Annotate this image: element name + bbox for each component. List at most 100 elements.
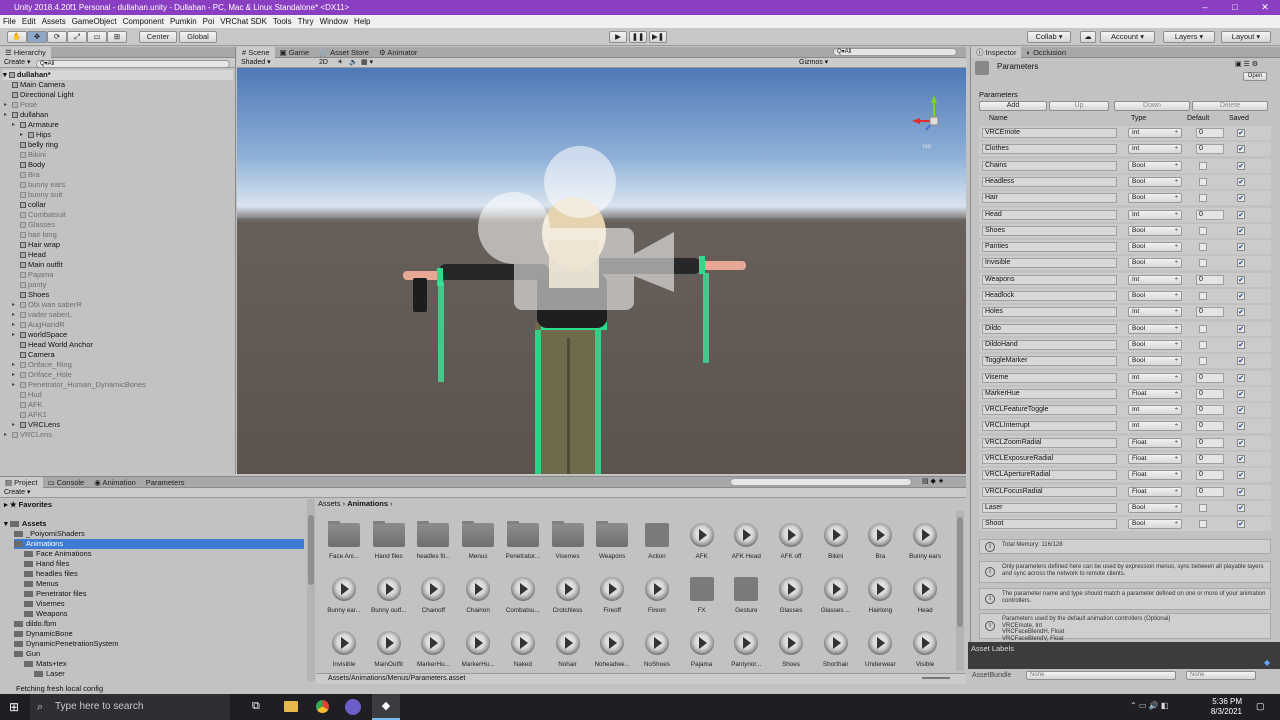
asset-item[interactable]: Chainon [456, 577, 500, 627]
gizmos-dropdown[interactable]: Gizmos ▾ [799, 58, 828, 68]
hierarchy-item[interactable]: Main outfit [20, 260, 63, 270]
menu-window[interactable]: Window [320, 17, 348, 26]
parameter-name-input[interactable]: Laser [982, 502, 1117, 513]
asset-item[interactable]: Fireon [635, 577, 679, 627]
projection-label[interactable]: Iso [923, 144, 932, 150]
parameter-type-dropdown[interactable]: Bool [1128, 323, 1182, 334]
file-explorer-icon[interactable] [284, 701, 298, 712]
parameter-name-input[interactable]: DildoHand [982, 339, 1117, 350]
asset-item[interactable]: Head [903, 577, 947, 627]
asset-item[interactable]: Hairlong [858, 577, 902, 627]
parameter-name-input[interactable]: Invisible [982, 258, 1117, 269]
parameter-name-input[interactable]: VRCLFocusRadial [982, 486, 1117, 497]
parameter-saved-checkbox[interactable]: ✔ [1237, 520, 1245, 529]
parameter-default-input[interactable]: 0 [1196, 372, 1224, 383]
parameter-name-input[interactable]: Head [982, 209, 1117, 220]
parameter-type-dropdown[interactable]: Bool [1128, 193, 1182, 204]
hierarchy-item[interactable]: Glasses [20, 220, 55, 230]
move-tool-icon[interactable]: ✥ [27, 31, 47, 43]
parameter-saved-checkbox[interactable]: ✔ [1237, 471, 1245, 480]
parameter-default-checkbox[interactable] [1199, 177, 1207, 186]
asset-item[interactable]: Menus [456, 521, 500, 573]
taskbar-search-box[interactable]: ⌕ Type here to search [30, 694, 230, 720]
asset-item[interactable]: Weapons [590, 521, 634, 573]
hierarchy-item[interactable]: Head [20, 250, 46, 260]
parameter-saved-checkbox[interactable]: ✔ [1237, 308, 1245, 317]
notification-icon[interactable]: ▢ [1256, 701, 1265, 712]
menu-edit[interactable]: Edit [22, 17, 36, 26]
hierarchy-item[interactable]: Pajama [20, 270, 53, 280]
project-tree-item[interactable]: _PoiyomiShaders [14, 529, 85, 539]
filter-icons[interactable]: ▤ ◆ ★ [922, 477, 944, 487]
breadcrumb-animations[interactable]: Animations [347, 499, 388, 508]
hierarchy-item[interactable]: ▸ vader saberL [12, 310, 72, 320]
parameter-default-input[interactable]: 0 [1196, 274, 1224, 285]
clock[interactable]: 5:36 PM 8/3/2021 [1198, 697, 1242, 717]
assets-root-row[interactable]: ▾ Assets [4, 519, 46, 529]
parameter-type-dropdown[interactable]: Int [1128, 209, 1182, 220]
scale-tool-icon[interactable]: ⤢ [67, 31, 87, 43]
asset-item[interactable]: AFK [680, 523, 724, 573]
parameter-type-dropdown[interactable]: Int [1128, 421, 1182, 432]
rotate-tool-icon[interactable]: ⟳ [47, 31, 67, 43]
tab-animator[interactable]: ⚙ Animator [374, 47, 422, 58]
hierarchy-item[interactable]: belly ring [20, 140, 58, 150]
hand-tool-icon[interactable]: ✋ [7, 31, 27, 43]
scene-search-input[interactable]: Q▾All [833, 48, 957, 56]
parameter-default-input[interactable]: 0 [1196, 209, 1224, 220]
hierarchy-item[interactable]: Head World Anchor [20, 340, 93, 350]
parameter-type-dropdown[interactable]: Float [1128, 486, 1182, 497]
parameter-type-dropdown[interactable]: Bool [1128, 339, 1182, 350]
hierarchy-search-input[interactable]: Q▾All [36, 60, 230, 68]
tab-hierarchy[interactable]: ☰ Hierarchy [0, 47, 51, 58]
parameter-type-dropdown[interactable]: Int [1128, 128, 1182, 138]
parameter-type-dropdown[interactable]: Bool [1128, 176, 1182, 187]
hierarchy-item[interactable]: AFK [20, 400, 43, 410]
icon-size-slider[interactable] [922, 677, 950, 679]
project-tree-item[interactable]: Weapons [24, 609, 68, 619]
hierarchy-item[interactable]: ▸ VRCLens [12, 420, 60, 430]
parameter-default-checkbox[interactable] [1199, 292, 1207, 300]
label-tag-icon[interactable]: ◆ [1264, 658, 1270, 667]
hierarchy-item[interactable]: Bikini [20, 150, 46, 160]
inspector-settings-icon[interactable]: ▣ ☰ ⚙ [1235, 60, 1258, 68]
rect-tool-icon[interactable]: ▭ [87, 31, 107, 43]
parameter-type-dropdown[interactable]: Int [1128, 372, 1182, 383]
hierarchy-item[interactable]: ▸ Oriface_Hole [12, 370, 72, 380]
parameter-type-dropdown[interactable]: Float [1128, 454, 1182, 464]
parameter-name-input[interactable]: Hair [982, 193, 1117, 204]
hierarchy-item[interactable]: Hair wrap [20, 240, 60, 250]
parameter-default-checkbox[interactable] [1199, 161, 1207, 170]
parameter-saved-checkbox[interactable]: ✔ [1237, 503, 1245, 512]
project-search-input[interactable] [730, 478, 912, 486]
parameter-default-checkbox[interactable] [1199, 243, 1207, 252]
menu-tools[interactable]: Tools [273, 17, 292, 26]
asset-item[interactable]: Bunny outf... [367, 577, 411, 627]
asset-item[interactable]: Bunny ears [903, 523, 947, 573]
parameter-default-input[interactable]: 0 [1196, 421, 1224, 432]
parameter-name-input[interactable]: Panties [982, 242, 1117, 253]
expand-arrow-icon[interactable]: ▸ [12, 320, 15, 330]
parameter-type-dropdown[interactable]: Bool [1128, 258, 1182, 269]
tab-console[interactable]: ▭ Console [43, 477, 90, 488]
hierarchy-item[interactable]: Hud [20, 390, 42, 400]
tab-inspector[interactable]: ⓘ Inspector [971, 47, 1022, 58]
asset-item[interactable]: AFK off [769, 523, 813, 573]
parameter-default-input[interactable]: 0 [1196, 405, 1224, 416]
parameter-saved-checkbox[interactable]: ✔ [1237, 438, 1245, 447]
shading-mode-dropdown[interactable]: Shaded ▾ [241, 58, 311, 68]
parameter-type-dropdown[interactable]: Bool [1128, 502, 1182, 513]
asset-item[interactable]: Glasses [769, 577, 813, 627]
project-tree-item[interactable]: Animations [14, 539, 304, 549]
parameter-saved-checkbox[interactable]: ✔ [1237, 406, 1245, 415]
parameter-name-input[interactable]: Shoes [982, 225, 1117, 236]
parameter-type-dropdown[interactable]: Int [1128, 307, 1182, 318]
asset-item[interactable]: FX [680, 577, 724, 627]
parameter-saved-checkbox[interactable]: ✔ [1237, 292, 1245, 300]
project-tree-item[interactable]: Laser [34, 669, 65, 679]
expand-arrow-icon[interactable]: ▸ [12, 420, 15, 430]
breadcrumb-assets[interactable]: Assets [318, 499, 341, 508]
expand-arrow-icon[interactable]: ▸ [20, 130, 23, 140]
parameter-name-input[interactable]: Headless [982, 176, 1117, 187]
parameter-type-dropdown[interactable]: Float [1128, 388, 1182, 399]
